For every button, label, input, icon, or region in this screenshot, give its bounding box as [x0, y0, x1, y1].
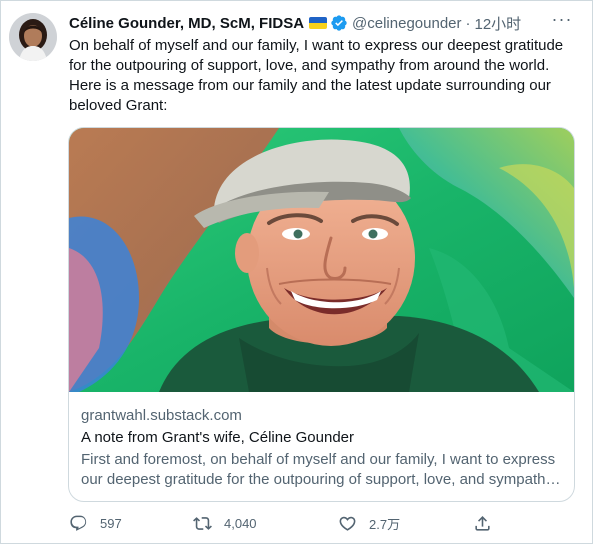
more-dots-icon[interactable]: ··· — [550, 10, 574, 30]
heart-icon — [339, 516, 356, 531]
reply-icon — [70, 515, 87, 531]
link-preview-card[interactable]: grantwahl.substack.com A note from Grant… — [68, 127, 575, 502]
tweet-card: Céline Gounder, MD, ScM, FIDSA @celinego… — [0, 0, 593, 544]
tweet-timestamp[interactable]: 12小时 — [475, 13, 522, 34]
tweet-actions: 597 4,040 2.7万 — [69, 511, 499, 535]
verified-badge-icon — [331, 15, 347, 31]
ukraine-flag-icon — [309, 17, 328, 29]
card-title: A note from Grant's wife, Céline Gounder — [81, 429, 354, 446]
author-name[interactable]: Céline Gounder, MD, ScM, FIDSA — [69, 15, 304, 32]
card-meta: grantwahl.substack.com A note from Grant… — [81, 406, 563, 490]
header-separator: · — [465, 14, 471, 32]
tweet-text: On behalf of myself and our family, I wa… — [69, 37, 564, 114]
share-icon — [475, 515, 490, 531]
tweet-header: Céline Gounder, MD, ScM, FIDSA @celinego… — [69, 13, 521, 33]
avatar-photo — [9, 13, 57, 61]
card-domain: grantwahl.substack.com — [81, 407, 242, 424]
card-description: First and foremost, on behalf of myself … — [81, 451, 556, 488]
grant-portrait-illustration — [69, 128, 574, 392]
reply-count: 597 — [100, 515, 122, 531]
avatar[interactable] — [9, 13, 57, 61]
card-image[interactable] — [69, 128, 574, 392]
like-button[interactable]: 2.7万 — [338, 511, 400, 535]
reply-button[interactable]: 597 — [69, 511, 122, 535]
author-handle[interactable]: @celinegounder — [352, 15, 461, 32]
like-count: 2.7万 — [369, 516, 401, 532]
retweet-icon — [193, 516, 212, 530]
retweet-button[interactable]: 4,040 — [193, 511, 257, 535]
share-button[interactable] — [473, 511, 492, 535]
retweet-count: 4,040 — [224, 515, 257, 531]
